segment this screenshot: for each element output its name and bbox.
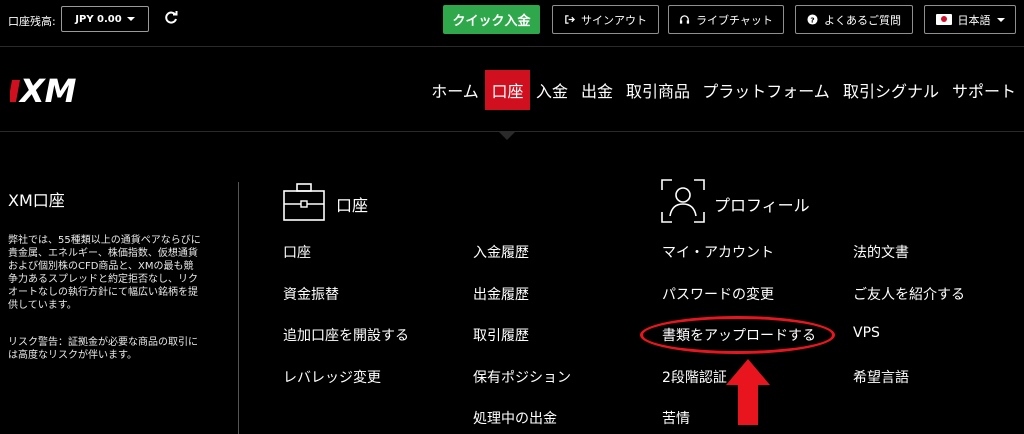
menu-vps-link[interactable]: VPS	[853, 325, 880, 341]
balance-value: JPY 0.00	[75, 13, 122, 25]
menu-deposit-history-link[interactable]: 入金履歴	[473, 242, 529, 262]
nav-products-label: 取引商品	[625, 82, 690, 101]
menu-pending-withdrawals-link[interactable]: 処理中の出金	[473, 408, 557, 428]
active-nav-pointer	[498, 131, 516, 140]
account-section-heading: 口座	[336, 196, 369, 215]
balance-label: 口座残高:	[8, 15, 56, 28]
question-icon: ?	[807, 14, 818, 25]
faq-button[interactable]: ? よくあるご質問	[795, 5, 913, 34]
menu-preferred-language-link[interactable]: 希望言語	[853, 367, 909, 387]
nav-trading-signals[interactable]: 取引シグナル	[839, 70, 943, 110]
risk-warning: リスク警告：証拠金が必要な商品の取引には高度なリスクが伴います。	[8, 337, 198, 361]
chevron-down-icon	[126, 17, 135, 21]
menu-open-additional-account-link[interactable]: 追加口座を開設する	[283, 325, 409, 345]
nav-withdrawal-label: 出金	[580, 82, 613, 101]
refresh-icon[interactable]	[164, 11, 178, 25]
nav-signals-label: 取引シグナル	[842, 82, 939, 101]
quick-deposit-button[interactable]: クイック入金	[443, 5, 540, 34]
account-panel-description: 弊社では、55種類以上の通貨ペアならびに貴金属、エネルギー、株価指数、仮想通貨お…	[8, 235, 201, 311]
language-label: 日本語	[957, 13, 991, 27]
nav-account[interactable]: 口座	[485, 70, 530, 110]
menu-legal-documents-link[interactable]: 法的文書	[853, 242, 909, 262]
nav-account-label: 口座	[491, 82, 524, 101]
sign-out-label: サインアウト	[581, 13, 647, 27]
menu-change-leverage-link[interactable]: レバレッジ変更	[283, 367, 381, 387]
chevron-down-icon	[996, 17, 1005, 22]
briefcase-icon	[283, 183, 325, 221]
menu-account-link[interactable]: 口座	[283, 242, 311, 262]
menu-open-positions-link[interactable]: 保有ポジション	[473, 367, 571, 387]
currency-balance-dropdown[interactable]: JPY 0.00	[61, 6, 149, 32]
nav-home-label: ホーム	[431, 82, 479, 101]
nav-platforms-label: プラットフォーム	[702, 82, 830, 101]
language-selector[interactable]: 日本語	[924, 5, 1016, 34]
top-divider	[0, 46, 1024, 47]
nav-support[interactable]: サポート	[949, 70, 1019, 110]
highlight-ellipse	[640, 316, 835, 354]
live-chat-label: ライブチャット	[696, 13, 773, 27]
panel-divider	[238, 182, 239, 434]
menu-refer-friend-link[interactable]: ご友人を紹介する	[853, 284, 965, 304]
menu-my-account-link[interactable]: マイ・アカウント	[662, 242, 774, 262]
menu-change-password-link[interactable]: パスワードの変更	[662, 284, 774, 304]
sign-out-button[interactable]: サインアウト	[552, 5, 659, 34]
nav-home[interactable]: ホーム	[426, 70, 484, 110]
menu-two-factor-auth-link[interactable]: 2段階認証	[662, 367, 727, 387]
faq-label: よくあるご質問	[824, 13, 901, 27]
arrow-up-icon	[726, 359, 770, 425]
menu-fund-transfer-link[interactable]: 資金振替	[283, 284, 339, 304]
menu-withdrawal-history-link[interactable]: 出金履歴	[473, 284, 529, 304]
profile-icon	[661, 179, 705, 223]
quick-deposit-label: クイック入金	[452, 14, 531, 29]
xm-logo[interactable]: XM	[10, 72, 90, 108]
nav-products[interactable]: 取引商品	[622, 70, 694, 110]
top-bar: 口座残高: JPY 0.00 クイック入金 サインアウト ライブチャット ? よ…	[0, 0, 1024, 40]
nav-support-label: サポート	[951, 82, 1016, 101]
svg-text:?: ?	[810, 15, 814, 24]
nav-platforms[interactable]: プラットフォーム	[698, 70, 834, 110]
japan-flag-icon	[935, 14, 952, 25]
logo-text: XM	[18, 72, 77, 108]
sign-out-icon	[565, 15, 575, 24]
account-panel-title: XM口座	[8, 191, 65, 210]
nav-deposit-label: 入金	[535, 82, 568, 101]
headset-icon	[679, 15, 690, 24]
nav-deposit[interactable]: 入金	[532, 70, 572, 110]
nav-withdrawal[interactable]: 出金	[576, 70, 618, 110]
menu-complaints-link[interactable]: 苦情	[662, 408, 690, 428]
live-chat-button[interactable]: ライブチャット	[668, 5, 784, 34]
profile-section-heading: プロフィール	[714, 196, 810, 215]
menu-trade-history-link[interactable]: 取引履歴	[473, 325, 529, 345]
